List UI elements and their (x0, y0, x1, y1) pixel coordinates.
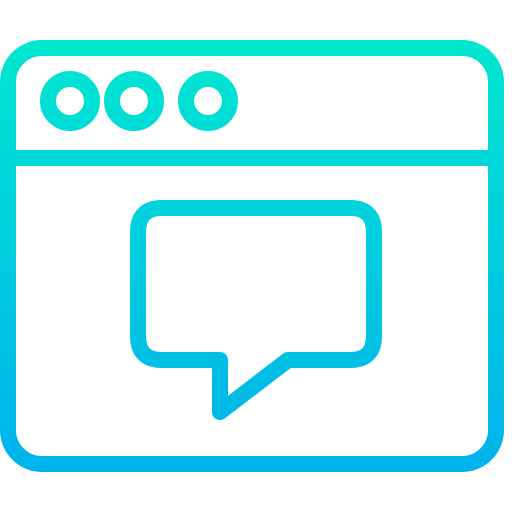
window-dot-icon (104, 71, 164, 131)
speech-bubble-icon (130, 200, 382, 420)
browser-window-chat-icon (0, 40, 504, 472)
window-dot-icon (178, 71, 238, 131)
icon-canvas (0, 0, 512, 512)
window-dot-icon (40, 71, 100, 131)
